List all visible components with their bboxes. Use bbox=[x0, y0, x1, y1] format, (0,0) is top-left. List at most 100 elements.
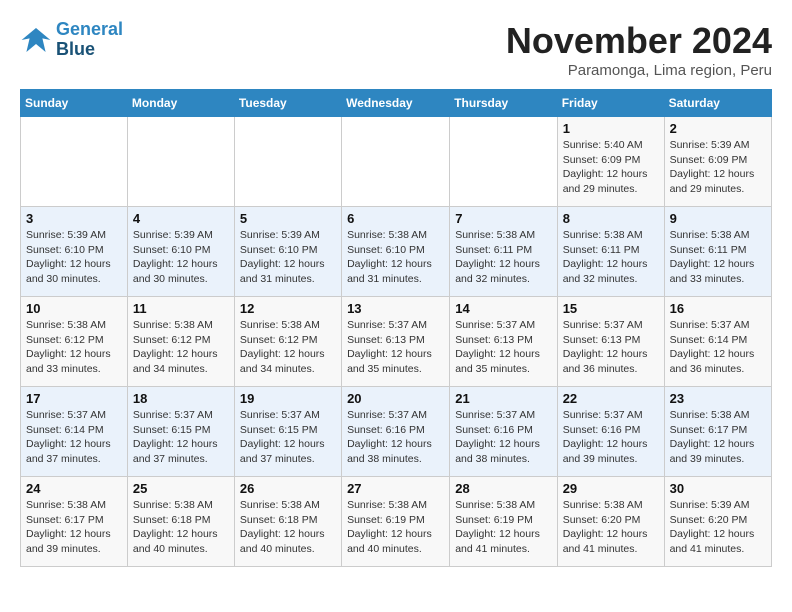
day-cell-3: 3Sunrise: 5:39 AM Sunset: 6:10 PM Daylig… bbox=[21, 207, 128, 297]
day-number: 21 bbox=[455, 391, 551, 406]
day-info: Sunrise: 5:38 AM Sunset: 6:18 PM Dayligh… bbox=[133, 498, 229, 557]
day-info: Sunrise: 5:38 AM Sunset: 6:19 PM Dayligh… bbox=[347, 498, 444, 557]
day-cell-1: 1 Sunrise: 5:40 AM Sunset: 6:09 PM Daylig… bbox=[557, 117, 664, 207]
day-info: Sunrise: 5:37 AM Sunset: 6:13 PM Dayligh… bbox=[563, 318, 659, 377]
day-cell-28: 28 Sunrise: 5:38 AM Sunset: 6:19 PM Dayli… bbox=[450, 477, 557, 567]
logo-text: General Blue bbox=[56, 20, 123, 60]
day-cell-29: 29Sunrise: 5:38 AM Sunset: 6:20 PM Dayli… bbox=[557, 477, 664, 567]
day-info: Sunrise: 5:37 AM Sunset: 6:14 PM Dayligh… bbox=[26, 408, 122, 467]
day-number: 24 bbox=[26, 481, 122, 496]
day-cell-24: 24 Sunrise: 5:38 AM Sunset: 6:17 PM Dayli… bbox=[21, 477, 128, 567]
day-cell-9: 9 Sunrise: 5:38 AM Sunset: 6:11 PM Daylig… bbox=[664, 207, 771, 297]
day-cell-30: 30 Sunrise: 5:39 AM Sunset: 6:20 PM Dayli… bbox=[664, 477, 771, 567]
day-cell-20: 20 Sunrise: 5:37 AM Sunset: 6:16 PM Dayli… bbox=[342, 387, 450, 477]
day-info: Sunrise: 5:38 AM Sunset: 6:18 PM Dayligh… bbox=[240, 498, 336, 557]
logo: General Blue bbox=[20, 20, 123, 60]
weekday-header-monday: Monday bbox=[127, 90, 234, 117]
day-cell-2: 2Sunrise: 5:39 AM Sunset: 6:09 PM Daylig… bbox=[664, 117, 771, 207]
day-number: 19 bbox=[240, 391, 336, 406]
day-number: 30 bbox=[670, 481, 766, 496]
day-info: Sunrise: 5:37 AM Sunset: 6:14 PM Dayligh… bbox=[670, 318, 766, 377]
day-number: 28 bbox=[455, 481, 551, 496]
day-cell-6: 6 Sunrise: 5:38 AM Sunset: 6:10 PM Daylig… bbox=[342, 207, 450, 297]
weekday-header-saturday: Saturday bbox=[664, 90, 771, 117]
day-number: 18 bbox=[133, 391, 229, 406]
day-number: 26 bbox=[240, 481, 336, 496]
day-number: 27 bbox=[347, 481, 444, 496]
empty-cell bbox=[127, 117, 234, 207]
empty-cell bbox=[234, 117, 341, 207]
month-title: November 2024 bbox=[506, 20, 772, 62]
day-info: Sunrise: 5:38 AM Sunset: 6:12 PM Dayligh… bbox=[133, 318, 229, 377]
day-info: Sunrise: 5:37 AM Sunset: 6:16 PM Dayligh… bbox=[563, 408, 659, 467]
day-number: 23 bbox=[670, 391, 766, 406]
day-number: 15 bbox=[563, 301, 659, 316]
day-number: 16 bbox=[670, 301, 766, 316]
day-number: 5 bbox=[240, 211, 336, 226]
day-cell-25: 25 Sunrise: 5:38 AM Sunset: 6:18 PM Dayli… bbox=[127, 477, 234, 567]
day-info: Sunrise: 5:38 AM Sunset: 6:17 PM Dayligh… bbox=[670, 408, 766, 467]
day-info: Sunrise: 5:38 AM Sunset: 6:12 PM Dayligh… bbox=[26, 318, 122, 377]
day-info: Sunrise: 5:37 AM Sunset: 6:13 PM Dayligh… bbox=[347, 318, 444, 377]
day-number: 14 bbox=[455, 301, 551, 316]
day-number: 11 bbox=[133, 301, 229, 316]
day-info: Sunrise: 5:38 AM Sunset: 6:17 PM Dayligh… bbox=[26, 498, 122, 557]
day-cell-27: 27 Sunrise: 5:38 AM Sunset: 6:19 PM Dayli… bbox=[342, 477, 450, 567]
day-cell-13: 13 Sunrise: 5:37 AM Sunset: 6:13 PM Dayli… bbox=[342, 297, 450, 387]
day-number: 10 bbox=[26, 301, 122, 316]
day-number: 4 bbox=[133, 211, 229, 226]
day-cell-18: 18 Sunrise: 5:37 AM Sunset: 6:15 PM Dayli… bbox=[127, 387, 234, 477]
day-cell-17: 17 Sunrise: 5:37 AM Sunset: 6:14 PM Dayli… bbox=[21, 387, 128, 477]
day-cell-4: 4 Sunrise: 5:39 AM Sunset: 6:10 PM Daylig… bbox=[127, 207, 234, 297]
day-number: 6 bbox=[347, 211, 444, 226]
day-info: Sunrise: 5:37 AM Sunset: 6:15 PM Dayligh… bbox=[133, 408, 229, 467]
day-number: 25 bbox=[133, 481, 229, 496]
day-info: Sunrise: 5:37 AM Sunset: 6:16 PM Dayligh… bbox=[347, 408, 444, 467]
empty-cell bbox=[450, 117, 557, 207]
weekday-header-friday: Friday bbox=[557, 90, 664, 117]
day-cell-23: 23 Sunrise: 5:38 AM Sunset: 6:17 PM Dayli… bbox=[664, 387, 771, 477]
day-info: Sunrise: 5:37 AM Sunset: 6:15 PM Dayligh… bbox=[240, 408, 336, 467]
day-info: Sunrise: 5:38 AM Sunset: 6:10 PM Dayligh… bbox=[347, 228, 444, 287]
day-info: Sunrise: 5:38 AM Sunset: 6:11 PM Dayligh… bbox=[670, 228, 766, 287]
title-area: November 2024 Paramonga, Lima region, Pe… bbox=[506, 20, 772, 79]
weekday-header-wednesday: Wednesday bbox=[342, 90, 450, 117]
day-cell-22: 22 Sunrise: 5:37 AM Sunset: 6:16 PM Dayli… bbox=[557, 387, 664, 477]
day-info: Sunrise: 5:39 AM Sunset: 6:10 PM Dayligh… bbox=[133, 228, 229, 287]
day-info: Sunrise: 5:38 AM Sunset: 6:20 PM Dayligh… bbox=[563, 498, 659, 557]
day-info: Sunrise: 5:40 AM Sunset: 6:09 PM Dayligh… bbox=[563, 138, 659, 197]
weekday-header-sunday: Sunday bbox=[21, 90, 128, 117]
logo-icon bbox=[20, 24, 52, 56]
day-cell-16: 16 Sunrise: 5:37 AM Sunset: 6:14 PM Dayli… bbox=[664, 297, 771, 387]
day-number: 13 bbox=[347, 301, 444, 316]
day-number: 12 bbox=[240, 301, 336, 316]
day-info: Sunrise: 5:37 AM Sunset: 6:16 PM Dayligh… bbox=[455, 408, 551, 467]
day-cell-7: 7 Sunrise: 5:38 AM Sunset: 6:11 PM Daylig… bbox=[450, 207, 557, 297]
day-number: 7 bbox=[455, 211, 551, 226]
calendar-table: SundayMondayTuesdayWednesdayThursdayFrid… bbox=[20, 89, 772, 567]
day-cell-14: 14 Sunrise: 5:37 AM Sunset: 6:13 PM Dayli… bbox=[450, 297, 557, 387]
day-info: Sunrise: 5:38 AM Sunset: 6:11 PM Dayligh… bbox=[563, 228, 659, 287]
day-number: 9 bbox=[670, 211, 766, 226]
day-info: Sunrise: 5:37 AM Sunset: 6:13 PM Dayligh… bbox=[455, 318, 551, 377]
day-info: Sunrise: 5:39 AM Sunset: 6:10 PM Dayligh… bbox=[26, 228, 122, 287]
day-cell-26: 26 Sunrise: 5:38 AM Sunset: 6:18 PM Dayli… bbox=[234, 477, 341, 567]
day-info: Sunrise: 5:38 AM Sunset: 6:12 PM Dayligh… bbox=[240, 318, 336, 377]
day-number: 1 bbox=[563, 121, 659, 136]
day-info: Sunrise: 5:39 AM Sunset: 6:10 PM Dayligh… bbox=[240, 228, 336, 287]
day-cell-19: 19 Sunrise: 5:37 AM Sunset: 6:15 PM Dayli… bbox=[234, 387, 341, 477]
day-number: 22 bbox=[563, 391, 659, 406]
day-cell-8: 8 Sunrise: 5:38 AM Sunset: 6:11 PM Daylig… bbox=[557, 207, 664, 297]
day-info: Sunrise: 5:38 AM Sunset: 6:11 PM Dayligh… bbox=[455, 228, 551, 287]
weekday-header-tuesday: Tuesday bbox=[234, 90, 341, 117]
day-info: Sunrise: 5:39 AM Sunset: 6:20 PM Dayligh… bbox=[670, 498, 766, 557]
day-number: 8 bbox=[563, 211, 659, 226]
day-cell-11: 11 Sunrise: 5:38 AM Sunset: 6:12 PM Dayli… bbox=[127, 297, 234, 387]
header: General Blue November 2024 Paramonga, Li… bbox=[20, 20, 772, 79]
day-number: 17 bbox=[26, 391, 122, 406]
day-number: 20 bbox=[347, 391, 444, 406]
day-number: 2 bbox=[670, 121, 766, 136]
day-cell-15: 15 Sunrise: 5:37 AM Sunset: 6:13 PM Dayli… bbox=[557, 297, 664, 387]
day-info: Sunrise: 5:38 AM Sunset: 6:19 PM Dayligh… bbox=[455, 498, 551, 557]
location-title: Paramonga, Lima region, Peru bbox=[506, 62, 772, 79]
